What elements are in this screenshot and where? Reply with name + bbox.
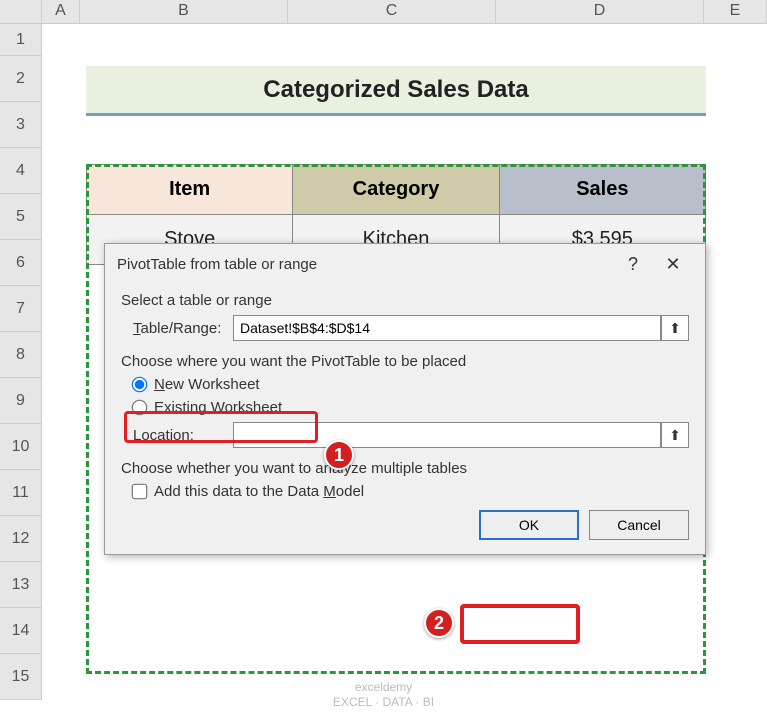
select-all-corner[interactable]: [0, 0, 42, 23]
row-header-15[interactable]: 15: [0, 654, 41, 700]
row-header-3[interactable]: 3: [0, 102, 41, 148]
table-range-row: Table/Range: ⬆: [133, 315, 689, 341]
range-picker-button[interactable]: ⬆: [661, 315, 689, 341]
header-item[interactable]: Item: [87, 165, 293, 215]
col-header-B[interactable]: B: [80, 0, 288, 23]
row-header-9[interactable]: 9: [0, 378, 41, 424]
row-header-8[interactable]: 8: [0, 332, 41, 378]
section-select-range: Select a table or range: [121, 292, 689, 309]
radio-new-worksheet-label: New Worksheet: [154, 376, 260, 393]
table-range-label: Table/Range:: [133, 320, 233, 337]
row-header-1[interactable]: 1: [0, 24, 41, 56]
title-text: Categorized Sales Data: [263, 76, 528, 104]
col-header-E[interactable]: E: [704, 0, 767, 23]
checkbox-datamodel-label: Add this data to the Data Model: [154, 483, 364, 500]
row-header-12[interactable]: 12: [0, 516, 41, 562]
column-headers: A B C D E: [0, 0, 767, 24]
row-header-5[interactable]: 5: [0, 194, 41, 240]
checkbox-datamodel-row: Add this data to the Data Model: [133, 483, 689, 500]
close-button[interactable]: ✕: [653, 248, 693, 280]
section-place: Choose where you want the PivotTable to …: [121, 353, 689, 370]
row-header-2[interactable]: 2: [0, 56, 41, 102]
collapse-icon: ⬆: [669, 320, 681, 337]
col-header-A[interactable]: A: [42, 0, 80, 23]
row-header-14[interactable]: 14: [0, 608, 41, 654]
location-picker-button[interactable]: ⬆: [661, 422, 689, 448]
header-sales[interactable]: Sales: [499, 165, 705, 215]
collapse-icon: ⬆: [669, 427, 681, 444]
row-header-13[interactable]: 13: [0, 562, 41, 608]
section-multi: Choose whether you want to analyze multi…: [121, 460, 689, 477]
ok-button[interactable]: OK: [479, 510, 579, 540]
checkbox-datamodel[interactable]: [132, 484, 148, 500]
location-row: Location: ⬆: [133, 422, 689, 448]
table-header-row: Item Category Sales: [87, 165, 706, 215]
title-banner: Categorized Sales Data: [86, 66, 706, 116]
help-button[interactable]: ?: [613, 248, 653, 280]
dialog-buttons: OK Cancel: [121, 510, 689, 540]
dialog-body: Select a table or range Table/Range: ⬆ C…: [105, 284, 705, 554]
location-label: Location:: [133, 427, 233, 444]
radio-existing-worksheet[interactable]: [132, 400, 148, 416]
pivottable-dialog: PivotTable from table or range ? ✕ Selec…: [104, 243, 706, 555]
dialog-titlebar[interactable]: PivotTable from table or range ? ✕: [105, 244, 705, 284]
radio-new-worksheet[interactable]: [132, 377, 148, 393]
row-header-10[interactable]: 10: [0, 424, 41, 470]
row-header-6[interactable]: 6: [0, 240, 41, 286]
col-header-C[interactable]: C: [288, 0, 496, 23]
radio-new-worksheet-row: New Worksheet: [133, 376, 689, 393]
radio-existing-worksheet-row: Existing Worksheet: [133, 399, 689, 416]
row-header-4[interactable]: 4: [0, 148, 41, 194]
cancel-button[interactable]: Cancel: [589, 510, 689, 540]
header-category[interactable]: Category: [293, 165, 499, 215]
row-header-11[interactable]: 11: [0, 470, 41, 516]
row-header-7[interactable]: 7: [0, 286, 41, 332]
table-range-input[interactable]: [233, 315, 661, 341]
row-headers: 1 2 3 4 5 6 7 8 9 10 11 12 13 14 15: [0, 24, 42, 700]
col-header-D[interactable]: D: [496, 0, 704, 23]
location-input[interactable]: [233, 422, 661, 448]
dialog-title-text: PivotTable from table or range: [117, 256, 613, 273]
radio-existing-worksheet-label: Existing Worksheet: [154, 399, 282, 416]
